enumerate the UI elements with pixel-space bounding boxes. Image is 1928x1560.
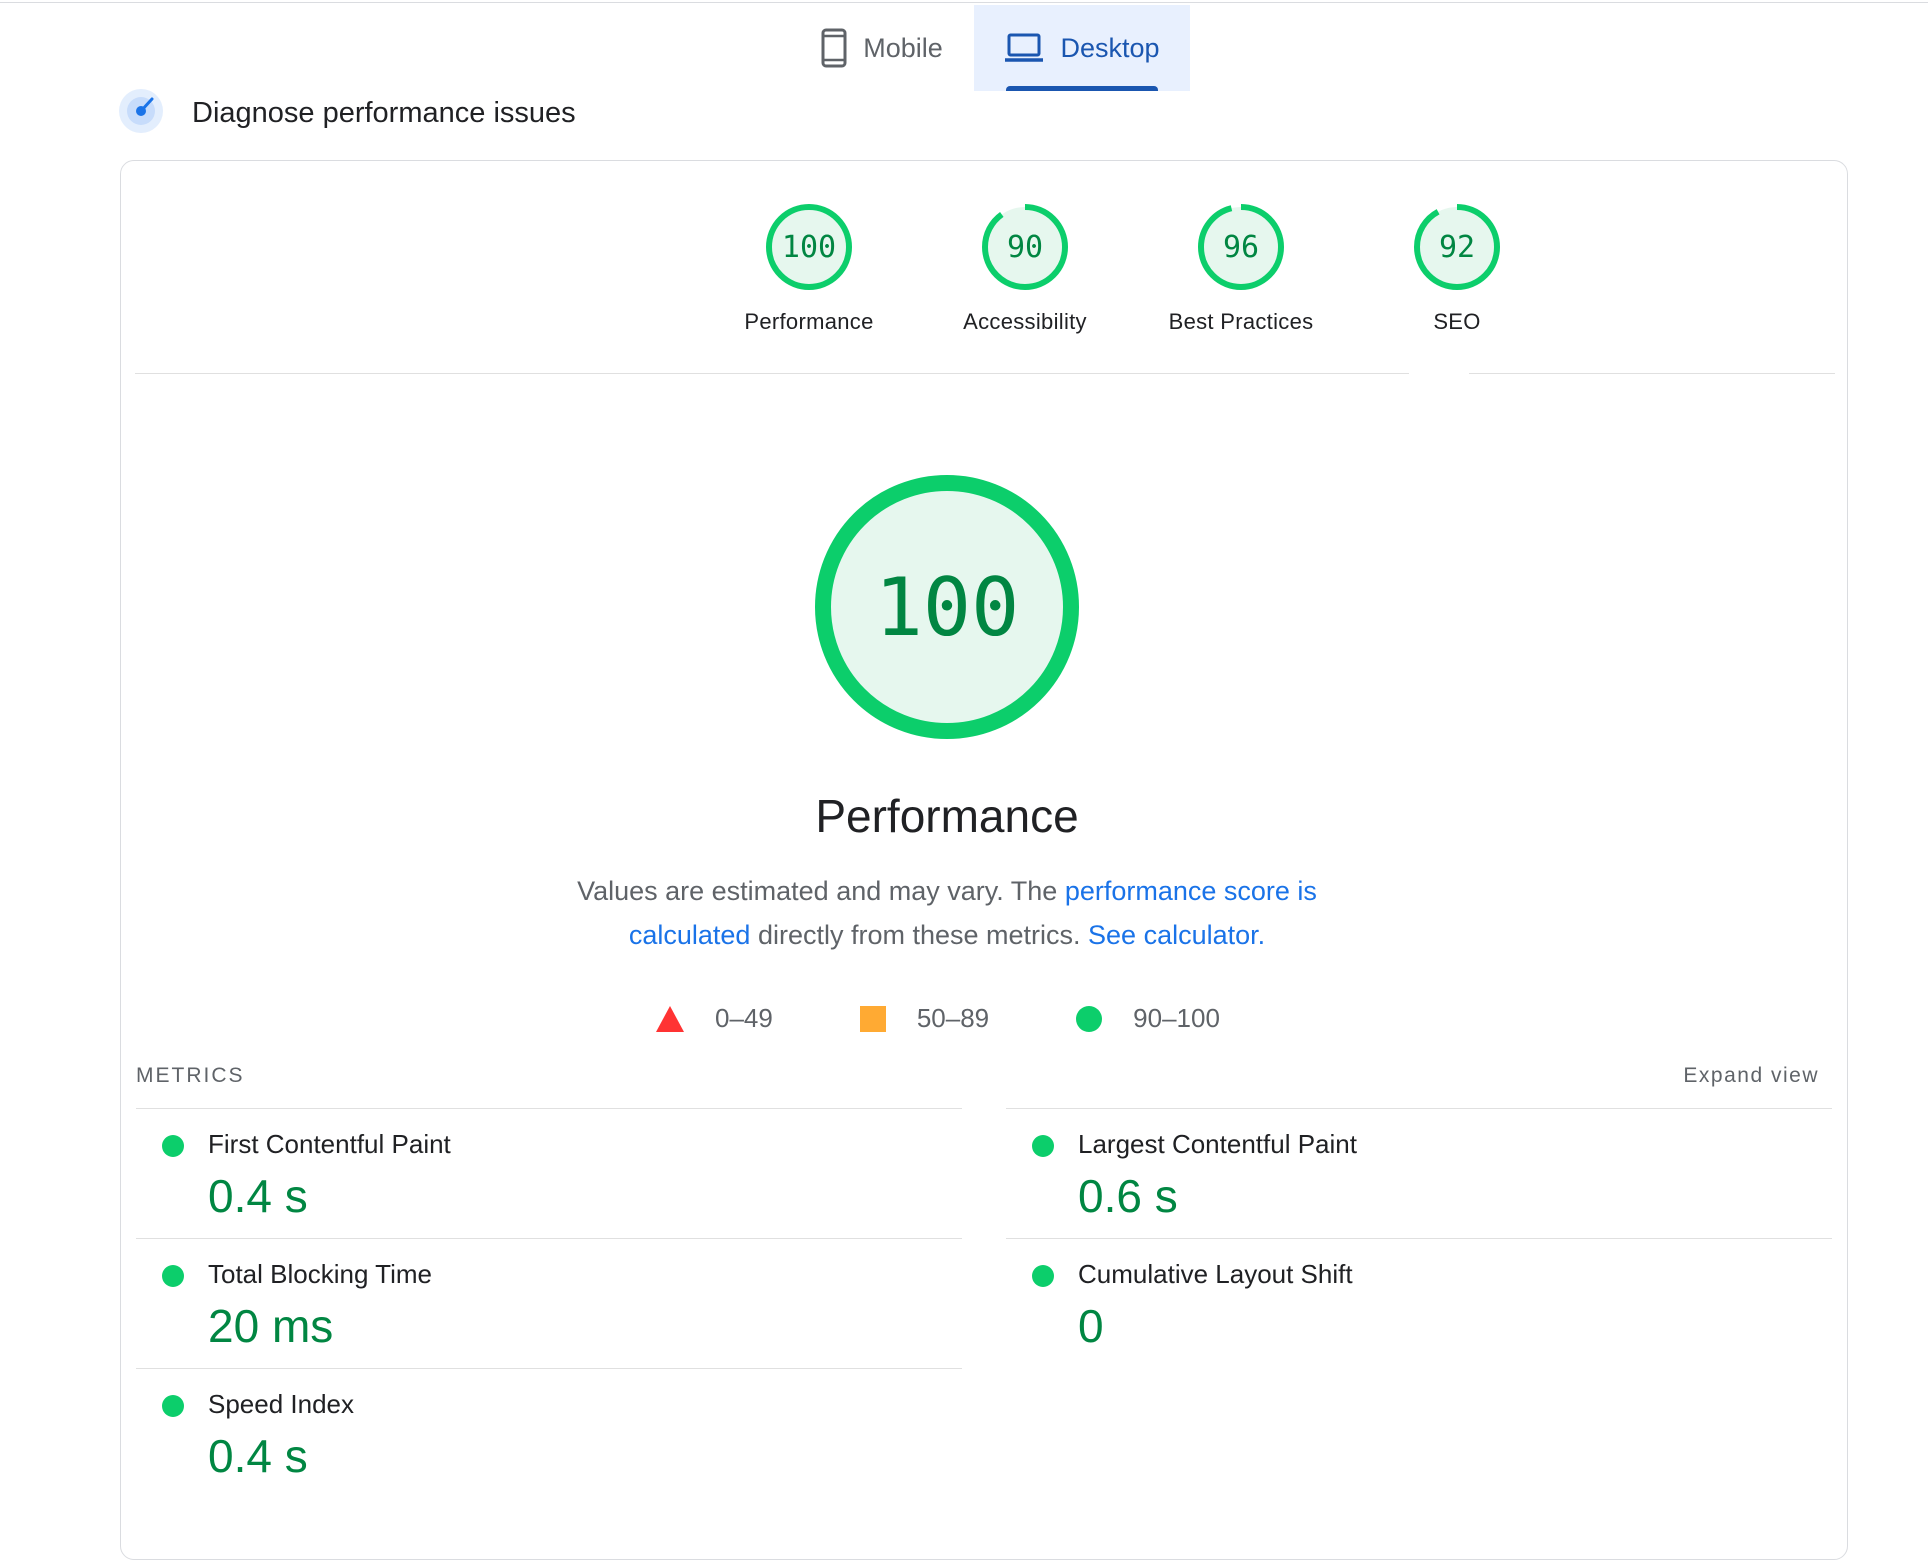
legend-pass-label: 90–100: [1133, 1003, 1220, 1033]
gauge-label-best-practices: Best Practices: [1168, 309, 1314, 334]
square-icon: [859, 1005, 886, 1032]
see-calculator-link[interactable]: See calculator.: [1088, 920, 1265, 950]
performance-description: Values are estimated and may vary. The p…: [547, 869, 1347, 957]
pass-dot-icon: [162, 1265, 184, 1287]
pass-dot-icon: [162, 1395, 184, 1417]
expand-view-toggle[interactable]: Expand view: [1683, 1064, 1819, 1088]
gauge-score-performance: 100: [782, 230, 836, 265]
diagnose-title: Diagnose performance issues: [192, 97, 576, 129]
metric-total-blocking-time: Total Blocking Time 20 ms: [136, 1238, 962, 1368]
laptop-icon: [1004, 32, 1044, 64]
metric-first-contentful-paint: First Contentful Paint 0.4 s: [136, 1108, 962, 1238]
tab-mobile-label: Mobile: [863, 32, 943, 63]
device-tabs: Mobile Desktop: [790, 5, 1190, 91]
tab-desktop-label: Desktop: [1060, 32, 1160, 63]
pass-dot-icon: [1032, 1265, 1054, 1287]
category-gauges: 100 Performance 90 Accessibility 96 Best…: [701, 201, 1565, 335]
diagnose-header: Diagnose performance issues: [118, 88, 576, 139]
performance-title: Performance: [815, 790, 1079, 842]
metric-cumulative-layout-shift: Cumulative Layout Shift 0: [1006, 1238, 1832, 1368]
pass-dot-icon: [1032, 1135, 1054, 1157]
metric-name: First Contentful Paint: [208, 1129, 451, 1159]
metric-name: Largest Contentful Paint: [1078, 1129, 1357, 1159]
gauge-label-performance: Performance: [744, 309, 874, 334]
gauges-divider-right: [1469, 373, 1835, 374]
category-accessibility[interactable]: 90 Accessibility: [917, 201, 1133, 335]
metric-largest-contentful-paint: Largest Contentful Paint 0.6 s: [1006, 1108, 1832, 1238]
performance-score-gauge: 100: [815, 475, 1079, 739]
top-divider: [0, 2, 1928, 3]
legend-pass: 90–100: [1075, 1003, 1220, 1034]
performance-score-value: 100: [875, 561, 1020, 654]
metric-value: 0.6 s: [1078, 1170, 1178, 1222]
metric-value: 0.4 s: [208, 1170, 308, 1222]
gauge-score-accessibility: 90: [1007, 230, 1043, 265]
gauge-label-accessibility: Accessibility: [963, 309, 1087, 334]
gauge-accessibility: 90: [982, 204, 1068, 290]
category-best-practices[interactable]: 96 Best Practices: [1133, 201, 1349, 335]
tab-mobile[interactable]: Mobile: [790, 5, 974, 91]
metric-value: 0: [1078, 1300, 1104, 1352]
legend-average-label: 50–89: [916, 1003, 990, 1033]
metric-name: Total Blocking Time: [208, 1259, 432, 1289]
gauge-seo: 92: [1414, 204, 1500, 290]
tab-desktop[interactable]: Desktop: [974, 5, 1190, 91]
legend-average: 50–89: [859, 1003, 989, 1034]
triangle-icon: [656, 1005, 684, 1032]
gauge-score-seo: 92: [1439, 230, 1475, 265]
gauge-best-practices: 96: [1198, 204, 1284, 290]
metric-name: Cumulative Layout Shift: [1078, 1259, 1353, 1289]
metric-value: 20 ms: [208, 1300, 334, 1352]
legend-fail: 0–49: [655, 1003, 773, 1034]
score-legend: 0–49 50–89 90–100: [655, 1003, 1220, 1034]
desc-text-1: Values are estimated and may vary. The: [577, 876, 1065, 906]
gauge-score-best-practices: 96: [1223, 230, 1259, 265]
metric-speed-index: Speed Index 0.4 s: [136, 1368, 962, 1498]
gauge-performance: 100: [766, 204, 852, 290]
report-card: 100 Performance 90 Accessibility 96 Best…: [120, 160, 1848, 1560]
pass-dot-icon: [162, 1135, 184, 1157]
metric-name: Speed Index: [208, 1389, 355, 1419]
gauges-divider: [135, 373, 1409, 374]
circle-icon: [1076, 1005, 1103, 1032]
category-performance[interactable]: 100 Performance: [701, 201, 917, 335]
desc-text-2: directly from these metrics.: [750, 920, 1089, 950]
metrics-heading: METRICS: [136, 1064, 245, 1087]
gauge-label-seo: SEO: [1433, 309, 1481, 334]
category-seo[interactable]: 92 SEO: [1349, 201, 1565, 335]
metric-value: 0.4 s: [208, 1430, 308, 1482]
phone-icon: [821, 28, 847, 68]
legend-fail-label: 0–49: [715, 1003, 773, 1033]
active-tab-indicator: [1006, 86, 1158, 91]
lighthouse-gauge-icon: [118, 88, 164, 139]
